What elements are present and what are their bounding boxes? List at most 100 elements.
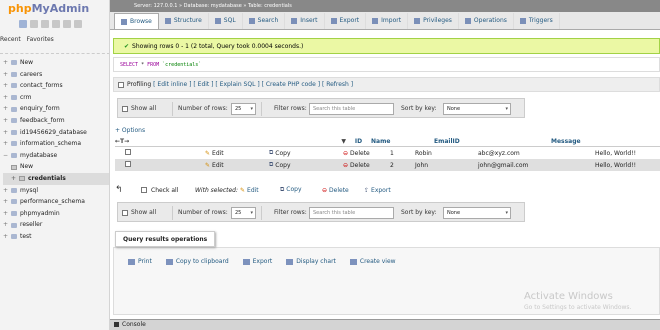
breadcrumb[interactable]: Server: 127.0.0.1 » Database: mydatabase… (110, 0, 660, 12)
cell-email[interactable]: abc@xyz.com (478, 150, 595, 157)
settings-icon[interactable] (63, 20, 71, 28)
recent-tab[interactable]: Recent (0, 36, 21, 43)
expand-icon[interactable]: + (3, 80, 11, 92)
cell-email[interactable]: john@gmail.com (478, 162, 595, 169)
collapse-icon[interactable]: − (3, 150, 11, 162)
tree-item-id-database[interactable]: + id19456629_database (3, 127, 109, 139)
create-view-link[interactable]: Create view (349, 258, 396, 265)
row-checkbox[interactable] (125, 161, 131, 167)
edit-link[interactable]: ✎ Edit (205, 150, 269, 157)
tab-label: Structure (173, 17, 202, 24)
edit-link[interactable]: ✎ Edit (205, 162, 269, 169)
tree-item-test[interactable]: + test (3, 231, 109, 243)
tree-item-mydatabase-new[interactable]: New (3, 161, 109, 173)
tree-item-careers[interactable]: + careers (3, 69, 109, 81)
copy-to-clipboard-link[interactable]: Copy to clipboard (165, 258, 229, 265)
show-all-checkbox[interactable] (122, 105, 128, 112)
delete-link[interactable]: ⊖ Delete (343, 162, 390, 169)
tree-item-performance-schema[interactable]: + performance_schema (3, 196, 109, 208)
bulk-export-button[interactable]: ⇪ Export (364, 187, 391, 194)
show-all-toggle[interactable]: Show all (122, 209, 156, 216)
column-header-emailid[interactable]: EmailID (434, 138, 551, 145)
expand-icon[interactable]: + (3, 92, 11, 104)
tree-item-information-schema[interactable]: + information_schema (3, 138, 109, 150)
tab-triggers[interactable]: Triggers (514, 13, 560, 29)
expand-icon[interactable]: + (3, 219, 11, 231)
help-icon[interactable] (41, 20, 49, 28)
sort-dropdown-icon[interactable]: ▼ (155, 138, 346, 145)
expand-icon[interactable]: + (11, 173, 19, 185)
bulk-edit-button[interactable]: ✎ Edit (240, 187, 280, 194)
tab-insert[interactable]: Insert (285, 13, 325, 29)
bulk-copy-button[interactable]: ⧉ Copy (280, 186, 322, 194)
cell-id[interactable]: 1 (390, 150, 415, 157)
column-header-message[interactable]: Message (551, 138, 581, 145)
num-rows-select[interactable]: 25 (231, 103, 256, 115)
column-header-name[interactable]: Name (371, 138, 434, 145)
query-links[interactable]: [ Edit inline ] [ Edit ] [ Explain SQL ]… (153, 81, 353, 88)
expand-icon[interactable]: + (3, 231, 11, 243)
sort-by-key-select[interactable]: None (443, 103, 511, 115)
expand-icon[interactable]: + (3, 69, 11, 81)
bulk-delete-button[interactable]: ⊖ Delete (322, 187, 364, 194)
tree-item-phpmyadmin[interactable]: + phpmyadmin (3, 208, 109, 220)
tree-item-credentials[interactable]: + credentials (3, 172, 109, 185)
num-rows-select[interactable]: 25 (231, 207, 256, 219)
copy-link[interactable]: ⧉ Copy (269, 161, 343, 169)
tree-item-mydatabase[interactable]: − mydatabase (3, 150, 109, 162)
display-chart-link[interactable]: Display chart (286, 258, 336, 265)
tab-sql[interactable]: SQL (209, 13, 243, 29)
tab-structure[interactable]: Structure (159, 13, 209, 29)
tree-item-reseller[interactable]: + reseller (3, 219, 109, 231)
console-bar[interactable]: Console (110, 319, 660, 330)
tab-export[interactable]: Export (325, 13, 367, 29)
show-all-checkbox[interactable] (122, 209, 128, 216)
tree-item-enquiry-form[interactable]: + enquiry_form (3, 103, 109, 115)
expand-icon[interactable]: + (3, 185, 11, 197)
cell-name[interactable]: John (415, 162, 478, 169)
logout-icon[interactable] (30, 20, 38, 28)
cell-message[interactable]: Hello, World!! (595, 150, 636, 157)
filter-rows-input[interactable]: Search this table (309, 207, 394, 219)
tab-search[interactable]: Search (243, 13, 286, 29)
filter-rows-input[interactable]: Search this table (309, 103, 394, 115)
expand-icon[interactable]: + (3, 103, 11, 115)
docs-icon[interactable] (52, 20, 60, 28)
expand-icon[interactable]: + (3, 138, 11, 150)
reload-icon[interactable] (74, 20, 82, 28)
tree-item-crm[interactable]: + crm (3, 92, 109, 104)
sql-query-box[interactable]: SELECT * FROM `credentials` (113, 57, 660, 72)
cell-message[interactable]: Hello, World!! (595, 162, 636, 169)
expand-icon[interactable]: + (3, 115, 11, 127)
check-all-label[interactable]: Check all (151, 187, 195, 194)
delete-link[interactable]: ⊖ Delete (343, 150, 390, 157)
options-link[interactable]: + Options (115, 127, 145, 134)
row-checkbox[interactable] (125, 149, 131, 155)
sort-by-key-select[interactable]: None (443, 207, 511, 219)
print-link[interactable]: Print (128, 258, 152, 265)
tree-label: New (20, 163, 34, 171)
cell-name[interactable]: Robin (415, 150, 478, 157)
favorites-tab[interactable]: Favorites (27, 36, 54, 43)
column-header-id[interactable]: ID (346, 138, 371, 145)
show-all-toggle[interactable]: Show all (122, 105, 156, 112)
check-all-checkbox[interactable] (141, 187, 147, 193)
tab-privileges[interactable]: Privileges (408, 13, 459, 29)
tree-item-new[interactable]: + New (3, 57, 109, 69)
home-icon[interactable] (19, 20, 27, 28)
tab-import[interactable]: Import (366, 13, 409, 29)
tab-operations[interactable]: Operations (459, 13, 514, 29)
expand-icon[interactable]: + (3, 208, 11, 220)
profiling-checkbox[interactable] (118, 81, 124, 88)
tree-item-feedback-form[interactable]: + feedback_form (3, 115, 109, 127)
cell-id[interactable]: 2 (390, 162, 415, 169)
copy-link[interactable]: ⧉ Copy (269, 149, 343, 157)
column-nav-arrows[interactable]: ←T→ (115, 138, 155, 145)
tree-item-mysql[interactable]: + mysql (3, 185, 109, 197)
expand-icon[interactable]: + (3, 196, 11, 208)
tree-item-contact-forms[interactable]: + contact_forms (3, 80, 109, 92)
phpmyadmin-logo[interactable]: phpMyAdmin (8, 2, 89, 15)
tab-browse[interactable]: Browse (114, 13, 159, 29)
export-link[interactable]: Export (242, 258, 272, 265)
expand-icon[interactable]: + (3, 127, 11, 139)
